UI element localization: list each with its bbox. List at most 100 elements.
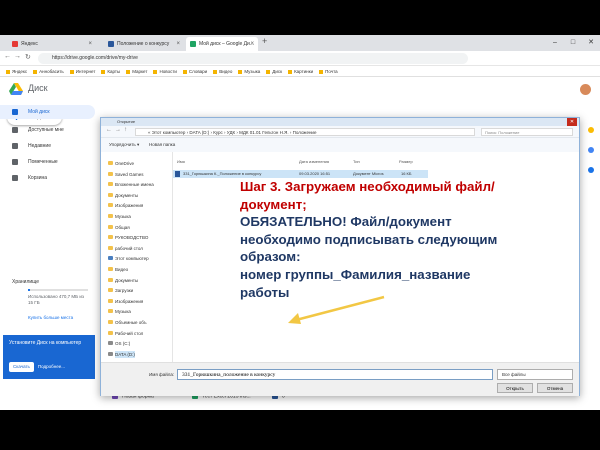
nav-pane-item[interactable]: Изображения — [107, 298, 143, 305]
bookmark-item[interactable]: Картинки — [288, 66, 313, 76]
calendar-icon[interactable] — [588, 167, 594, 173]
sidebar-item-label: Помеченные — [28, 159, 58, 165]
dialog-footer: Имя файла: 331_Горюшкина_положение в кон… — [101, 362, 579, 396]
bookmark-item[interactable]: Карты — [101, 66, 120, 76]
up-icon[interactable]: ↑ — [124, 127, 127, 133]
bookmark-item[interactable]: Диск — [266, 66, 282, 76]
window-close-icon[interactable]: ✕ — [582, 35, 600, 51]
sidebar-item[interactable]: Доступные мне — [0, 123, 95, 137]
drive-header: Диск — [0, 77, 600, 101]
bookmark-item[interactable]: Маркет — [126, 66, 147, 76]
navigation-pane: OneDrive Saved Games Вложенные имена Докуме… — [105, 152, 173, 362]
file-type-select[interactable]: Все файлы — [497, 369, 573, 380]
back-icon[interactable]: ← — [106, 127, 112, 133]
forward-icon[interactable]: → — [14, 53, 21, 60]
nav-pane-item[interactable]: Изображения — [107, 202, 143, 209]
nav-pane-item[interactable]: OS (C:) — [107, 340, 130, 347]
nav-pane-item[interactable]: Документы — [107, 192, 138, 199]
sidebar-item[interactable]: Недавние — [0, 139, 95, 153]
nav-pane-item[interactable]: Музыка — [108, 213, 131, 220]
close-tab-icon[interactable]: × — [176, 37, 180, 51]
sidebar-item-icon — [12, 175, 18, 181]
sidebar-item[interactable]: Корзина — [0, 171, 95, 185]
bookmark-item[interactable]: Интернет — [70, 66, 96, 76]
nav-pane-item[interactable]: Музыка — [108, 308, 131, 315]
instruction-naming-format: номер группы_Фамилия_название работы — [240, 266, 471, 300]
tab-drive[interactable]: Мой диск – Google Ди... × — [186, 37, 258, 51]
window-controls: – □ ✕ — [546, 35, 600, 51]
nav-pane-item[interactable]: Рабочий стол — [107, 330, 143, 337]
column-size[interactable]: Размер — [399, 158, 413, 166]
tab-label: Яндекс — [21, 41, 38, 47]
nav-pane-item[interactable]: Документы — [107, 277, 138, 284]
tab-yandex[interactable]: Яндекс × — [8, 37, 96, 51]
bookmark-item[interactable]: Видео — [213, 66, 232, 76]
nav-pane-item[interactable]: DATA (D:) — [108, 350, 135, 358]
cancel-button[interactable]: Отмена — [537, 383, 573, 393]
forward-icon[interactable]: → — [115, 127, 121, 133]
nav-pane-item[interactable]: РУКОВОДСТВО — [107, 234, 148, 241]
breadcrumb[interactable]: « Этот компьютер › DATA (D:) › Курс › УД… — [135, 128, 475, 136]
column-date[interactable]: Дата изменения — [299, 158, 329, 166]
word-document-icon — [175, 171, 180, 177]
avatar[interactable] — [580, 84, 591, 95]
filename-input[interactable]: 331_Горюшкина_положение в конкурсу — [177, 369, 493, 380]
more-info-link[interactable]: Подробнее... — [38, 364, 65, 370]
nav-pane-item[interactable]: Объемные объ — [108, 319, 147, 326]
sidebar-item-icon — [12, 159, 18, 165]
column-name[interactable]: Имя — [177, 158, 185, 166]
nav-pane-item[interactable]: рабочий стол — [108, 245, 143, 252]
file-row-date: 09.03.2020 16:51 — [299, 171, 331, 176]
dialog-toolbar: Упорядочить ▾ Новая папка — [101, 138, 579, 152]
sidebar-item[interactable]: Помеченные — [0, 155, 95, 169]
back-icon[interactable]: ← — [4, 53, 11, 60]
bookmark-item[interactable]: Музыка — [238, 66, 260, 76]
nav-pane-item[interactable]: OneDrive — [107, 160, 134, 167]
sidebar-item-label: Недавние — [28, 143, 51, 149]
nav-pane-item[interactable]: Видео — [107, 266, 128, 273]
drive-title: Диск — [28, 83, 48, 93]
buy-more-link[interactable]: Купить больше места — [28, 315, 73, 320]
url-field[interactable]: https://drive.google.com/drive/my-drive — [38, 53, 468, 64]
install-text: Установите Диск на компьютер — [9, 340, 82, 346]
organize-button[interactable]: Упорядочить ▾ — [109, 138, 139, 152]
maximize-icon[interactable]: □ — [564, 35, 582, 51]
tasks-icon[interactable] — [588, 147, 594, 153]
sidebar-item-label: Доступные мне — [28, 127, 64, 133]
tab-bar: Яндекс × Положение о конкурсу × Мой диск… — [0, 35, 600, 51]
sidebar-item-icon — [12, 143, 18, 149]
file-row-size: 16 КБ — [401, 171, 412, 176]
minimize-icon[interactable]: – — [546, 35, 564, 51]
new-folder-button[interactable]: Новая папка — [149, 138, 175, 152]
dialog-close-button[interactable]: ✕ — [567, 118, 577, 126]
instruction-naming-rule: ОБЯЗАТЕЛЬНО! Файл/документ необходимо по… — [240, 214, 498, 265]
download-button[interactable]: Скачать — [9, 362, 34, 372]
address-bar: ← → ↻ https://drive.google.com/drive/my-… — [0, 51, 600, 66]
bookmark-item[interactable]: Аннобасить — [33, 66, 64, 76]
nav-pane-item[interactable]: Загрузки — [107, 287, 133, 294]
column-header: Имя Дата изменения Тип Размер — [173, 158, 563, 166]
google-drive-logo-icon — [9, 83, 23, 95]
bookmark-item[interactable]: Почта — [319, 66, 338, 76]
open-button[interactable]: Открыть — [497, 383, 533, 393]
bookmark-item[interactable]: Яндекс — [6, 66, 27, 76]
bookmark-item[interactable]: Словари — [183, 66, 207, 76]
nav-pane-item[interactable]: Общая — [108, 224, 130, 231]
reload-icon[interactable]: ↻ — [25, 53, 31, 61]
search-input[interactable]: Поиск: Положение — [481, 128, 573, 136]
bookmark-item[interactable]: Новости — [153, 66, 176, 76]
tab-polozhenie[interactable]: Положение о конкурсу × — [104, 37, 184, 51]
new-tab-button[interactable]: + — [262, 36, 267, 46]
file-row[interactable]: 331_Горюшкина К._Положение в конкурсу 09… — [173, 170, 428, 178]
file-row-type: Документ Micros — [353, 171, 384, 176]
close-tab-icon[interactable]: × — [250, 37, 254, 51]
sidebar-item[interactable]: Мой диск — [0, 105, 95, 119]
column-type[interactable]: Тип — [353, 158, 360, 166]
nav-pane-item[interactable]: Вложенные имена — [108, 181, 154, 188]
nav-pane-item[interactable]: Saved Games — [108, 171, 144, 178]
keep-icon[interactable] — [588, 127, 594, 133]
install-buttons: Скачать Подробнее... — [9, 362, 65, 372]
nav-pane-item[interactable]: Этот компьютер — [108, 255, 149, 262]
close-tab-icon[interactable]: × — [88, 37, 92, 51]
dialog-nav: ← → ↑ « Этот компьютер › DATA (D:) › Кур… — [101, 126, 579, 138]
